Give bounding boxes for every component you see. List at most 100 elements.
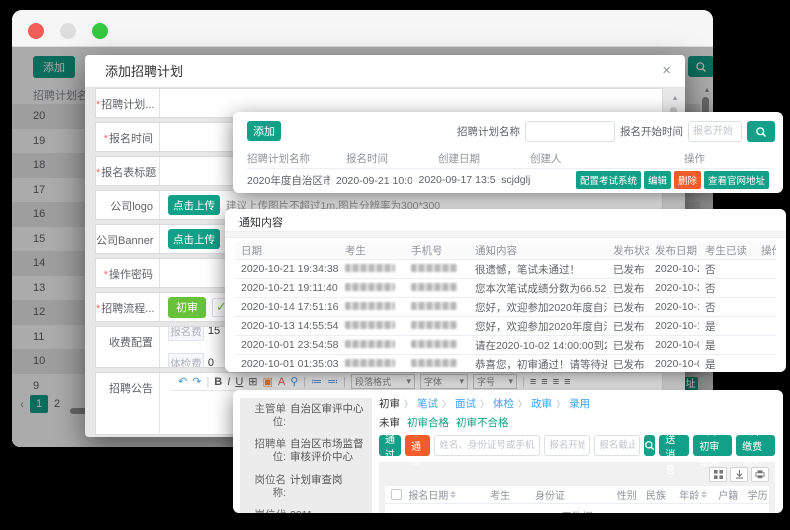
table-row: 2020-10-21 19:34:38 很遗憾，笔试未通过！ 已发布 2020-… [235,259,776,278]
review-table-area: 报名日期 考生 身份证 性别 民族 年龄 户籍 学历 [379,462,775,513]
undo-icon[interactable]: ↶ [178,375,187,388]
redacted-phone [411,321,457,329]
step-political-review[interactable]: 政审 [531,396,552,411]
redacted-phone [411,283,457,291]
fail-button[interactable]: 不通过 [405,435,430,456]
step-written-exam[interactable]: 笔试 [417,396,438,411]
chevron-down-icon: ▾ [508,376,513,387]
edit-button[interactable]: 编辑 [644,171,671,189]
filter-review-failed[interactable]: 初审不合格 [456,415,509,430]
plan-name-input[interactable] [168,96,662,110]
redacted-candidate-name [345,321,395,329]
publish-fee-notice-button[interactable]: 公布缴费通知 [736,435,775,456]
plan-search-button[interactable] [747,121,775,142]
table-icon[interactable]: ⊞ [248,375,257,388]
underline-icon[interactable]: U [235,376,243,388]
modal-title: 添加招聘计划 [105,55,685,88]
review-panel: 主管单位: 自治区审评中心 招聘单位: 自治区市场监督审核评价中心 岗位名称: … [233,390,783,513]
ordered-list-icon[interactable]: ≔ [311,375,322,388]
align-right-icon[interactable]: ≡ [553,376,559,388]
pass-button[interactable]: 通过 [379,435,401,456]
step-interview[interactable]: 面试 [455,396,476,411]
required-mark: * [96,303,100,315]
publish-review-result-button[interactable]: 公布初审结果 [693,435,732,456]
required-mark: * [96,167,100,179]
view-site-url-button[interactable]: 查看官网地址 [704,171,769,189]
font-color-icon[interactable]: A [278,376,285,388]
unordered-list-icon[interactable]: ≕ [327,375,338,388]
grid-icon [714,470,723,479]
font-family-select[interactable]: 字体▾ [420,374,468,389]
paragraph-format-select[interactable]: 段落格式▾ [351,374,415,389]
notice-toolbar-strip [225,231,786,238]
start-time-search-label: 报名开始时间 [620,124,683,139]
close-window-button[interactable] [28,23,44,39]
bold-icon[interactable]: B [214,376,222,388]
image-icon[interactable]: ▣ [262,375,272,388]
review-content: 初审 〉 笔试 〉 面试 〉 体检 〉 政审 〉 录用 未审 初审合格 初审不合… [379,396,775,513]
search-icon [755,126,767,138]
redacted-phone [411,302,457,310]
filter-unreviewed[interactable]: 未审 [379,415,400,430]
required-mark: * [104,133,108,145]
signup-start-input[interactable] [544,435,590,456]
close-icon[interactable]: × [662,63,671,79]
config-exam-system-button[interactable]: 配置考试系统 [576,171,641,189]
sort-icon[interactable] [450,491,456,498]
minimize-window-button[interactable] [60,23,76,39]
redacted-candidate-name [345,340,395,348]
required-mark: * [104,269,108,281]
table-row: 2020-10-01 23:54:58 请在2020-10-02 14:00:0… [235,335,776,354]
column-settings-button[interactable] [709,467,727,482]
field-label: 报名表标题 [101,167,156,179]
select-all-checkbox[interactable] [391,489,402,500]
redacted-candidate-name [345,359,395,367]
scroll-up-icon[interactable]: ▴ [673,93,677,102]
align-center-icon[interactable]: ≡ [541,376,547,388]
redacted-phone [411,340,457,348]
plan-list-panel: 添加 招聘计划名称 报名开始时间 招聘计划名称 报名时间 创建日期 创建人 操作… [233,112,783,193]
align-justify-icon[interactable]: ≡ [564,376,570,388]
table-row: 2020-10-13 14:55:54 您好，欢迎参加2020年度自治区市场..… [235,316,776,335]
step-medical-exam[interactable]: 体检 [493,396,514,411]
notice-panel: 通知内容 日期 考生 手机号 通知内容 发布状态 发布日期 考生已读 操作 20… [225,209,786,372]
link-icon[interactable]: ⚲ [290,375,298,388]
redacted-candidate-name [345,302,395,310]
redacted-candidate-name [345,283,395,291]
notice-table: 日期 考生 手机号 通知内容 发布状态 发布日期 考生已读 操作 2020-10… [235,242,776,373]
editor-toolbar: ↶ ↷ | B I U ⊞ ▣ A ⚲ | ≔ ≕ | 段落格式▾ 字体▾ 字号… [170,373,662,391]
delete-button[interactable]: 删除 [674,171,701,189]
align-left-icon[interactable]: ≡ [530,376,536,388]
field-label: 报名时间 [109,133,153,145]
export-button[interactable] [730,467,748,482]
redo-icon[interactable]: ↷ [192,375,201,388]
step-first-review[interactable]: 初审 [379,396,400,411]
candidate-search-input[interactable] [434,435,540,456]
italic-icon[interactable]: I [227,376,230,388]
process-step-first-review[interactable]: 初审 [168,297,206,318]
info-item: 招聘单位: 自治区市场监督审核评价中心 [240,433,372,468]
plan-add-button[interactable]: 添加 [247,121,281,141]
logo-upload-button[interactable]: 点击上传 [168,195,220,215]
info-item: 岗位代码: 0011 [240,504,372,513]
start-time-search-input[interactable] [688,121,742,142]
plan-name-search-label: 招聘计划名称 [457,124,520,139]
font-size-select[interactable]: 字号▾ [473,374,517,389]
field-label: 公司Banner [96,235,153,247]
print-button[interactable] [751,467,769,482]
sort-icon[interactable] [701,491,707,498]
signup-end-input[interactable] [594,435,640,456]
empty-state: 无数据 [385,503,769,513]
plan-created-cell: 2020-09-17 13:58:35 [412,174,495,186]
send-message-button[interactable]: 发送消息 [659,435,689,456]
notice-table-header: 日期 考生 手机号 通知内容 发布状态 发布日期 考生已读 操作 [235,242,776,259]
banner-upload-button[interactable]: 点击上传 [168,229,220,249]
review-search-button[interactable] [644,435,655,456]
step-hired[interactable]: 录用 [569,396,590,411]
redacted-phone [411,264,457,272]
maximize-window-button[interactable] [92,23,108,39]
redacted-phone [411,359,457,367]
download-icon [735,470,744,479]
plan-name-search-input[interactable] [525,121,615,142]
redacted-candidate-name [345,264,395,272]
